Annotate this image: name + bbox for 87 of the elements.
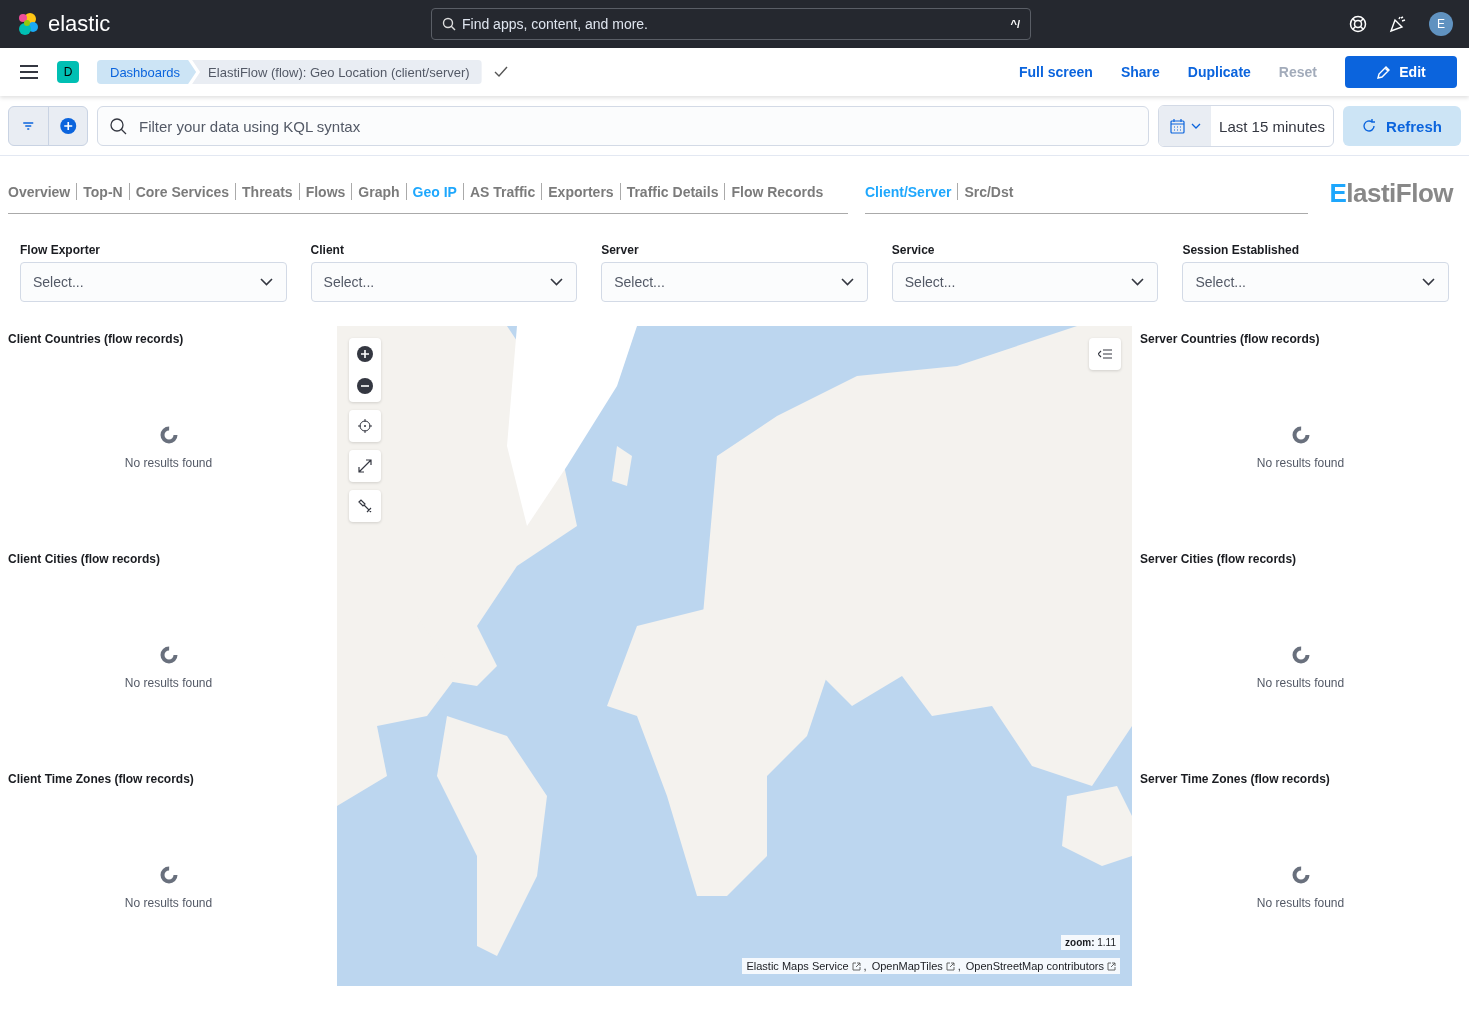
nav-tab[interactable]: AS Traffic (469, 183, 536, 200)
control-label: Session Established (1182, 243, 1301, 257)
chevron-down-icon (840, 278, 854, 286)
select-dropdown[interactable]: Select... (310, 262, 578, 302)
control-label: Client (310, 243, 345, 257)
nav-tab[interactable]: Traffic Details (626, 183, 719, 200)
panel-title: Client Countries (flow records) (8, 332, 185, 346)
fit-bounds-button[interactable] (349, 450, 381, 482)
nav-tab[interactable]: Graph (358, 183, 400, 200)
panel-title: Server Cities (flow records) (1140, 552, 1298, 566)
zoom-in-icon[interactable] (357, 346, 373, 362)
pie-chart-icon (1291, 646, 1310, 664)
shortcut-hint: ^/ (1010, 18, 1020, 30)
control-label: Flow Exporter (20, 243, 101, 257)
breadcrumb[interactable]: Dashboards (97, 60, 197, 84)
external-link-icon (945, 961, 955, 971)
empty-message: No results found (124, 896, 213, 910)
select-dropdown[interactable]: Select... (891, 262, 1159, 302)
pie-chart-icon (1291, 426, 1310, 444)
empty-message: No results found (1256, 896, 1345, 910)
nav-tab[interactable]: Top-N (83, 183, 123, 200)
control-label: Service (891, 243, 936, 257)
attribution-link[interactable]: Elastic Maps Service (746, 960, 849, 972)
nav-tab[interactable]: Threats (242, 183, 293, 200)
nav-tab[interactable]: Overview (8, 183, 71, 200)
space-badge[interactable]: D (57, 61, 79, 83)
tools-button[interactable] (349, 490, 381, 522)
panel-title: Client Cities (flow records) (8, 552, 162, 566)
select-dropdown[interactable]: Select... (601, 262, 868, 302)
zoom-out-icon[interactable] (357, 378, 373, 394)
external-link-icon (1107, 961, 1116, 971)
pie-chart-icon (159, 426, 178, 444)
layer-toggle-button[interactable] (1089, 338, 1121, 370)
menu-icon[interactable] (20, 65, 38, 79)
query-field[interactable]: Filter your data using KQL syntax (97, 106, 1150, 146)
chevron-down-icon (259, 278, 273, 286)
empty-message: No results found (1256, 676, 1345, 690)
select-dropdown[interactable]: Select... (1182, 262, 1449, 302)
separator-text: , (957, 960, 961, 972)
control-label: Server (601, 243, 640, 257)
pie-chart-icon (159, 646, 178, 664)
action-link[interactable]: Duplicate (1175, 56, 1263, 88)
help-icon[interactable] (1349, 15, 1367, 33)
empty-message: No results found (1256, 456, 1345, 470)
nav-tab[interactable]: Core Services (135, 183, 230, 200)
attribution-link[interactable]: OpenMapTiles (871, 960, 943, 972)
nav-tab[interactable]: Flow Records (731, 183, 824, 200)
panel-title: Client Time Zones (flow records) (8, 772, 195, 786)
action-link[interactable]: Full screen (1007, 56, 1105, 88)
panel-title: Server Countries (flow records) (1140, 332, 1321, 346)
separator-text: , (863, 960, 867, 972)
edit-button[interactable]: Edit (1345, 56, 1457, 88)
zoom-level: zoom: 1.11 (1061, 935, 1120, 950)
check-icon[interactable] (493, 66, 508, 78)
pie-chart-icon (1291, 866, 1310, 884)
empty-message: No results found (124, 456, 213, 470)
attribution-link[interactable]: OpenStreetMap contributors (965, 960, 1104, 972)
nav-tab[interactable]: Exporters (548, 183, 614, 200)
locate-button[interactable] (349, 410, 381, 442)
external-link-icon (851, 961, 861, 971)
nav-tab[interactable]: Flows (305, 183, 346, 200)
global-search-field[interactable]: Find apps, content, and more. ^/ (431, 8, 1031, 40)
action-link[interactable]: Share (1108, 56, 1172, 88)
panel-title: Server Time Zones (flow records) (1140, 772, 1331, 786)
brand-logo: ElastiFlow (1329, 178, 1453, 209)
chevron-down-icon (1131, 278, 1145, 286)
user-avatar[interactable]: E (1429, 12, 1453, 36)
chevron-down-icon (550, 278, 564, 286)
expand-icon (358, 459, 372, 473)
pie-chart-icon (159, 866, 178, 884)
calendar-icon (1169, 118, 1185, 134)
search-icon (442, 17, 456, 31)
list-collapse-icon (1098, 349, 1112, 359)
empty-message: No results found (124, 676, 213, 690)
chevron-down-icon (1421, 278, 1435, 286)
logo-text[interactable]: elastic (48, 11, 111, 37)
party-popper-icon[interactable] (1389, 15, 1407, 33)
refresh-icon (1362, 119, 1377, 133)
select-dropdown[interactable]: Select... (20, 262, 287, 302)
search-icon (110, 117, 127, 135)
chevron-down-icon (1190, 123, 1201, 129)
crosshair-icon (358, 419, 372, 433)
nav-tab[interactable]: Src/Dst (964, 183, 1014, 200)
pencil-icon (1376, 64, 1392, 80)
breadcrumb[interactable]: ElastiFlow (flow): Geo Location (client/server) (192, 60, 482, 84)
cluster-logo-icon (16, 12, 40, 36)
refresh-button[interactable]: Refresh (1343, 106, 1461, 146)
